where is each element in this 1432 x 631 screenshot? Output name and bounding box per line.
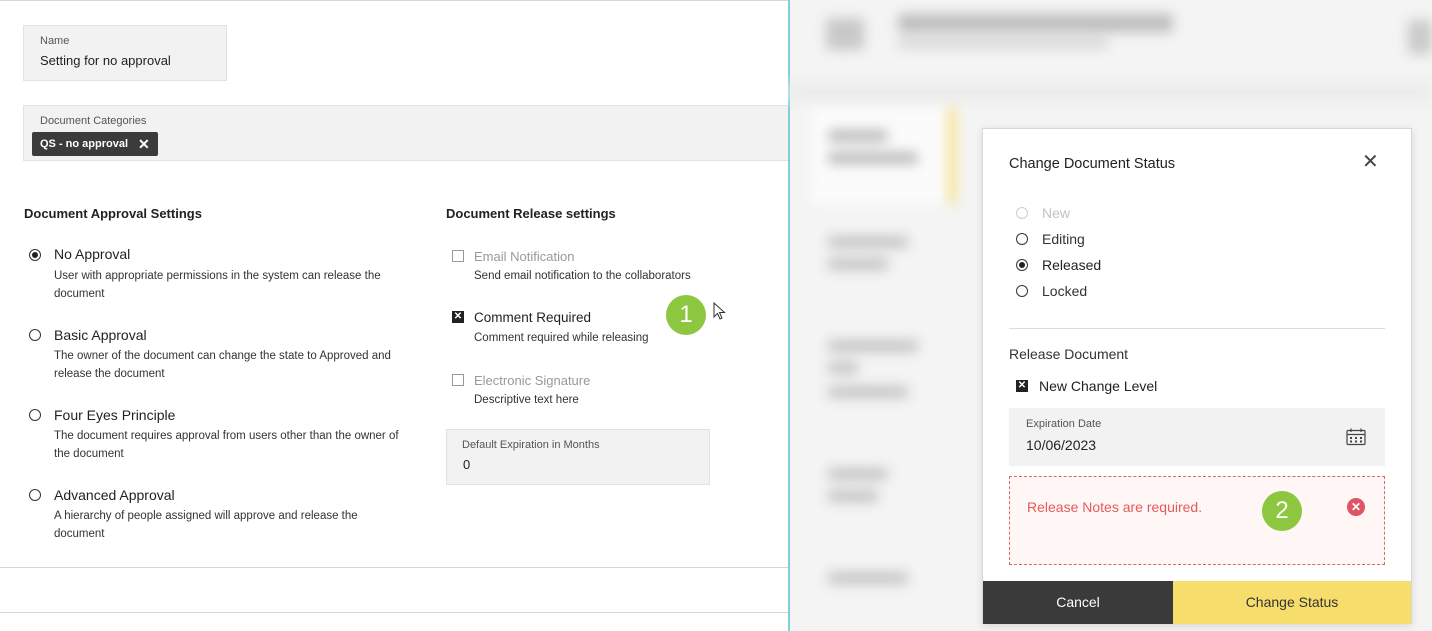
top-divider: [0, 0, 788, 1]
comment-required-title: Comment Required: [474, 310, 592, 325]
electronic-signature-title: Electronic Signature: [474, 373, 591, 388]
status-new-label: New: [1042, 205, 1071, 221]
radio-basic-approval[interactable]: [29, 329, 41, 341]
four-eyes-title: Four Eyes Principle: [54, 407, 176, 423]
new-change-level-checkbox[interactable]: ✕: [1016, 380, 1028, 392]
radio-four-eyes[interactable]: [29, 409, 41, 421]
calendar-icon[interactable]: [1346, 428, 1366, 446]
dialog-title: Change Document Status: [1009, 156, 1176, 172]
status-editing-label: Editing: [1042, 231, 1085, 247]
basic-approval-title: Basic Approval: [54, 327, 147, 343]
radio-status-released[interactable]: [1016, 259, 1028, 271]
email-notification-checkbox[interactable]: [452, 250, 464, 262]
release-notes-field[interactable]: Release Notes are required. ✕: [1009, 476, 1385, 565]
default-expiration-field[interactable]: Default Expiration in Months 0: [446, 429, 710, 485]
email-notification-desc: Send email notification to the collabora…: [474, 270, 691, 282]
category-chip-label: QS - no approval: [40, 138, 129, 150]
four-eyes-desc-2: the document: [54, 448, 124, 460]
step-badge-1: 1: [666, 295, 706, 335]
categories-field-label: Document Categories: [40, 115, 147, 127]
email-notification-title: Email Notification: [474, 249, 575, 264]
radio-status-new[interactable]: [1016, 207, 1028, 219]
section-divider: [0, 567, 788, 568]
approval-settings-title: Document Approval Settings: [24, 206, 202, 221]
close-icon[interactable]: ✕: [1362, 152, 1379, 172]
radio-status-locked[interactable]: [1016, 285, 1028, 297]
categories-field[interactable]: Document Categories QS - no approval ✕: [23, 105, 788, 161]
step-badge-2: 2: [1262, 491, 1302, 531]
expiration-date-field[interactable]: Expiration Date 10/06/2023: [1009, 408, 1385, 466]
no-approval-desc-1: User with appropriate permissions in the…: [54, 270, 381, 282]
change-status-button[interactable]: Change Status: [1173, 581, 1411, 624]
category-chip[interactable]: QS - no approval ✕: [32, 132, 158, 156]
footer-divider: [0, 612, 788, 613]
default-expiration-value[interactable]: 0: [463, 457, 470, 472]
advanced-approval-desc-2: document: [54, 528, 105, 540]
comment-required-desc: Comment required while releasing: [474, 332, 649, 344]
radio-advanced-approval[interactable]: [29, 489, 41, 501]
electronic-signature-desc: Descriptive text here: [474, 394, 579, 406]
chip-remove-icon[interactable]: ✕: [138, 132, 150, 156]
no-approval-desc-2: document: [54, 288, 105, 300]
error-clear-icon[interactable]: ✕: [1347, 498, 1365, 516]
advanced-approval-title: Advanced Approval: [54, 487, 175, 503]
electronic-signature-checkbox[interactable]: [452, 374, 464, 386]
advanced-approval-desc-1: A hierarchy of people assigned will appr…: [54, 510, 358, 522]
name-field-value[interactable]: Setting for no approval: [40, 53, 171, 68]
new-change-level-label: New Change Level: [1039, 378, 1158, 394]
dialog-separator: [1009, 328, 1385, 329]
default-expiration-label: Default Expiration in Months: [462, 439, 600, 451]
no-approval-title: No Approval: [54, 246, 131, 262]
cancel-button[interactable]: Cancel: [983, 581, 1173, 624]
expiration-date-label: Expiration Date: [1026, 418, 1102, 430]
name-field-label: Name: [40, 35, 70, 47]
expiration-date-value[interactable]: 10/06/2023: [1026, 437, 1096, 453]
change-status-dialog: Change Document Status ✕ New Editing Rel…: [982, 128, 1412, 624]
status-locked-label: Locked: [1042, 283, 1088, 299]
release-document-heading: Release Document: [1009, 346, 1129, 362]
radio-no-approval[interactable]: [29, 249, 41, 261]
four-eyes-desc-1: The document requires approval from user…: [54, 430, 399, 442]
basic-approval-desc-1: The owner of the document can change the…: [54, 350, 391, 362]
basic-approval-desc-2: release the document: [54, 368, 165, 380]
name-field[interactable]: Name Setting for no approval: [23, 25, 227, 81]
mouse-cursor-icon: [713, 302, 726, 320]
comment-required-checkbox[interactable]: ✕: [452, 311, 464, 323]
release-settings-title: Document Release settings: [446, 206, 616, 221]
radio-status-editing[interactable]: [1016, 233, 1028, 245]
status-released-label: Released: [1042, 257, 1102, 273]
settings-panel: Name Setting for no approval Document Ca…: [0, 0, 788, 631]
release-notes-error: Release Notes are required.: [1027, 499, 1203, 515]
